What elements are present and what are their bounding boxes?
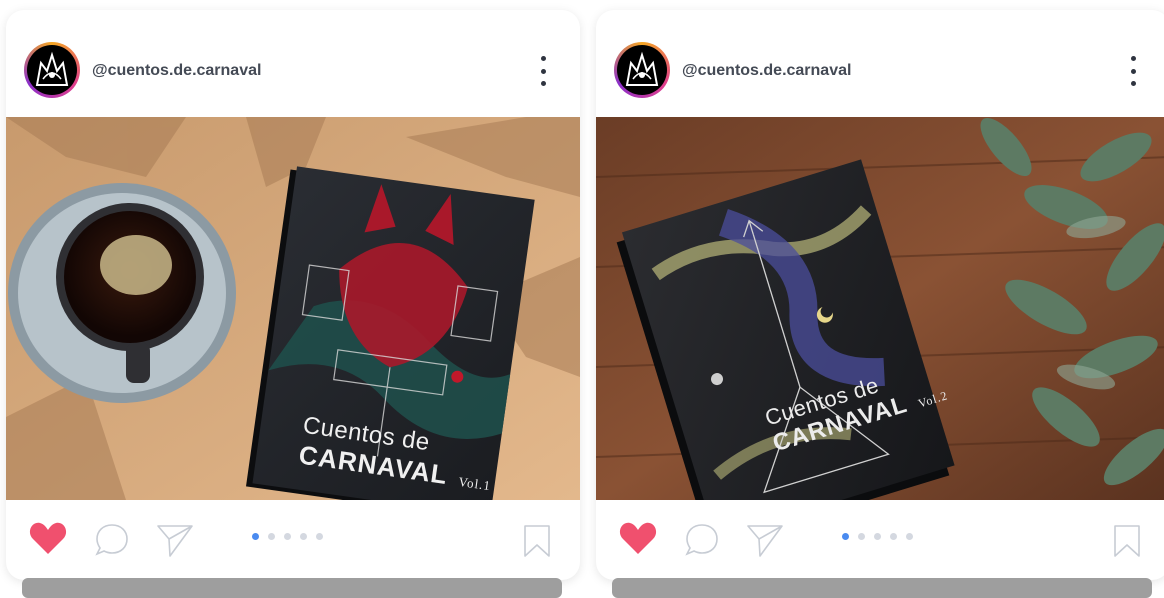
heart-icon[interactable] xyxy=(28,518,68,558)
carousel-dot[interactable] xyxy=(316,533,323,540)
carousel-indicator xyxy=(252,533,323,540)
next-post-edge xyxy=(612,578,1152,598)
carousel-dot[interactable] xyxy=(268,533,275,540)
username[interactable]: @cuentos.de.carnaval xyxy=(682,62,851,80)
post-card-1: @cuentos.de.carnaval Cuentos de CARNAVAL… xyxy=(6,10,580,580)
carousel-dot[interactable] xyxy=(284,533,291,540)
more-vert-icon[interactable] xyxy=(1126,56,1140,86)
book-volume: Vol.2 xyxy=(916,388,950,411)
next-post-edge xyxy=(22,578,562,598)
send-icon[interactable] xyxy=(746,522,784,558)
carousel-dot-active[interactable] xyxy=(842,533,849,540)
carousel-dot[interactable] xyxy=(890,533,897,540)
post-actions xyxy=(6,500,580,580)
bookmark-icon[interactable] xyxy=(1112,524,1142,558)
carousel-dot-active[interactable] xyxy=(252,533,259,540)
avatar[interactable] xyxy=(614,42,670,98)
heart-icon[interactable] xyxy=(618,518,658,558)
carousel-indicator xyxy=(842,533,913,540)
avatar[interactable] xyxy=(24,42,80,98)
post-image[interactable]: Cuentos de CARNAVAL Vol.2 xyxy=(596,117,1164,500)
comment-icon[interactable] xyxy=(94,522,130,558)
post-header: @cuentos.de.carnaval xyxy=(6,10,580,117)
book-volume: Vol.1 xyxy=(457,473,492,494)
username[interactable]: @cuentos.de.carnaval xyxy=(92,62,261,80)
post-header: @cuentos.de.carnaval xyxy=(596,10,1164,117)
bookmark-icon[interactable] xyxy=(522,524,552,558)
more-vert-icon[interactable] xyxy=(536,56,550,86)
post-card-2: @cuentos.de.carnaval Cuentos de CARNAVAL… xyxy=(596,10,1164,580)
comment-icon[interactable] xyxy=(684,522,720,558)
carousel-dot[interactable] xyxy=(874,533,881,540)
send-icon[interactable] xyxy=(156,522,194,558)
carousel-dot[interactable] xyxy=(858,533,865,540)
carousel-dot[interactable] xyxy=(300,533,307,540)
carousel-dot[interactable] xyxy=(906,533,913,540)
post-actions xyxy=(596,500,1164,580)
post-image[interactable]: Cuentos de CARNAVAL Vol.1 xyxy=(6,117,580,500)
